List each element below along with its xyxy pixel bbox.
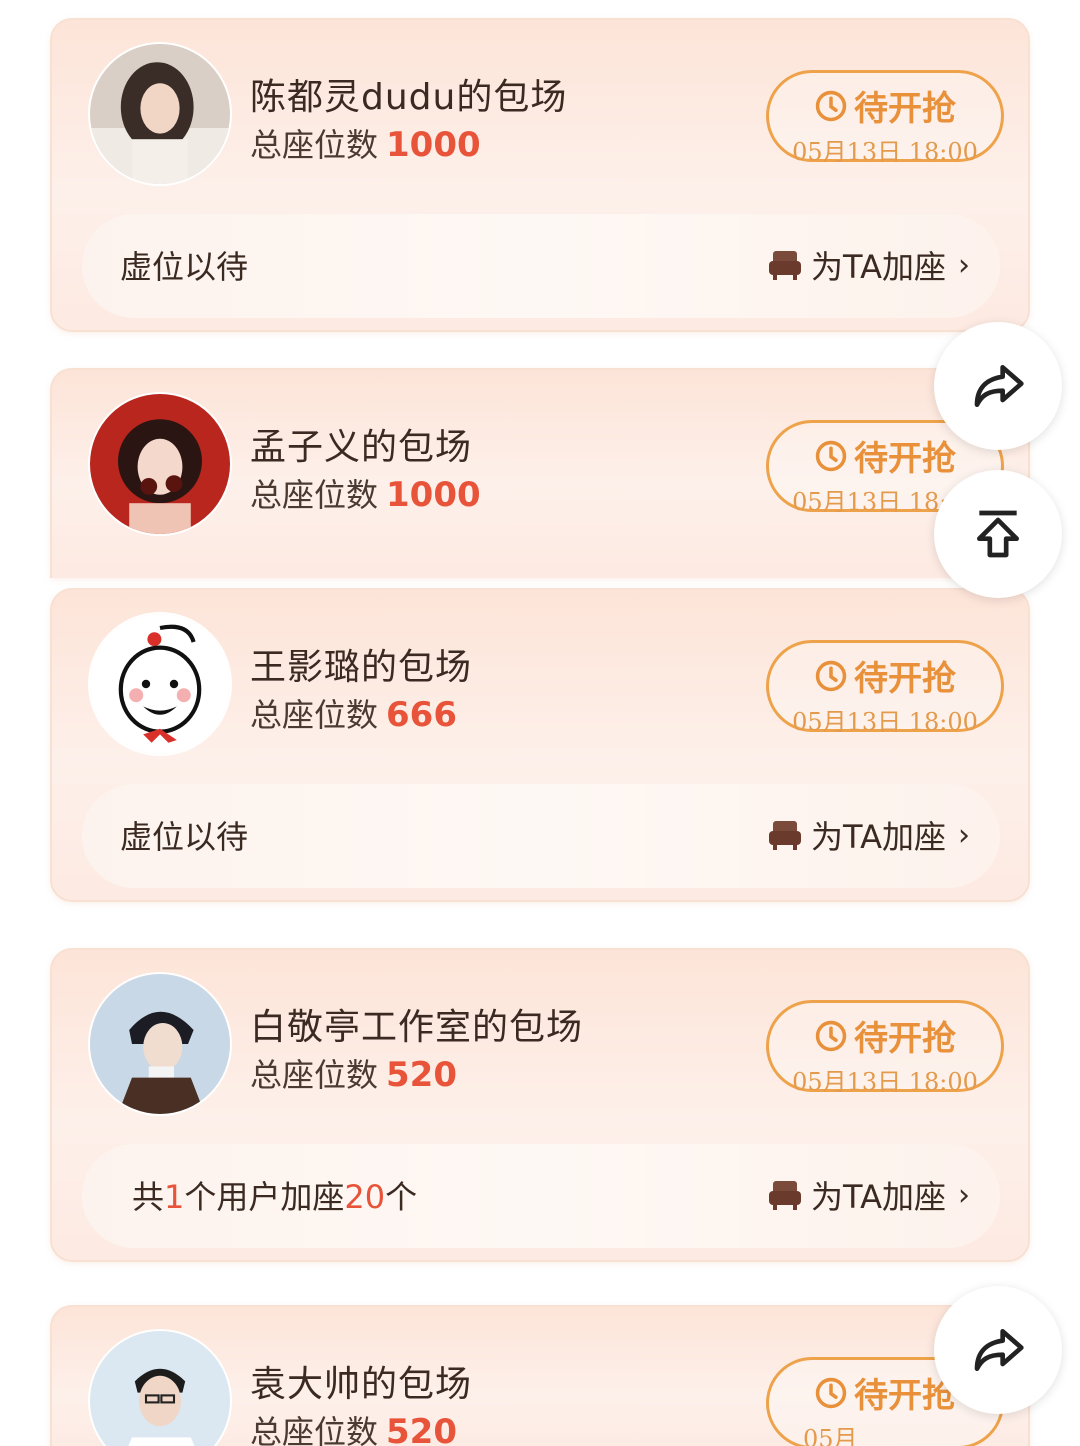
seat-info-bar: 虚位以待 为TA加座 › — [82, 784, 1000, 888]
seat-count: 总座位数 520 — [250, 1407, 457, 1446]
venue-title: 白敬亭工作室的包场 — [250, 1007, 584, 1048]
seat-count: 总座位数 666 — [250, 690, 457, 736]
venue-title: 袁大帅的包场 — [250, 1364, 473, 1405]
seat-info-text: 虚位以待 — [120, 248, 249, 286]
clock-icon — [815, 90, 847, 121]
venue-card[interactable]: 袁大帅的包场 总座位数 520 待开抢 05月 — [50, 1305, 1030, 1446]
avatar[interactable] — [88, 612, 232, 756]
venue-card[interactable]: 王影璐的包场 总座位数 666 待开抢 05月13日 18:00 虚位以待 为TA… — [50, 588, 1030, 902]
status-button[interactable]: 待开抢 05月13日 18:00 — [766, 70, 1004, 166]
status-time: 05月13日 18:00 — [792, 1068, 978, 1096]
venue-title: 孟子义的包场 — [250, 427, 473, 468]
add-seat-button[interactable]: 为TA加座 › — [767, 1172, 970, 1218]
avatar[interactable] — [88, 42, 232, 186]
avatar[interactable] — [88, 392, 232, 536]
share-button[interactable] — [934, 1286, 1062, 1414]
seat-icon — [769, 821, 802, 850]
status-label: 待开抢 — [854, 659, 956, 699]
add-seat-button[interactable]: 为TA加座 › — [767, 812, 970, 858]
seat-info-prefix: 共 — [132, 1178, 165, 1216]
avatar[interactable] — [88, 1329, 232, 1446]
add-seat-label: 为TA加座 — [811, 248, 946, 286]
add-seat-button[interactable]: 为TA加座 › — [767, 242, 970, 288]
seat-count-label: 总座位数 — [250, 1413, 379, 1446]
seat-info-middle: 个用户加座 — [184, 1178, 345, 1216]
share-button[interactable] — [934, 322, 1062, 450]
seat-count-value: 666 — [386, 695, 457, 735]
status-time: 05月13日 18:00 — [792, 138, 978, 166]
clock-icon — [815, 440, 847, 471]
seat-info-bar: 共1个用户加座20个 为TA加座 › — [82, 1144, 1000, 1248]
venue-card[interactable]: 孟子义的包场 总座位数 1000 待开抢 05月13日 18:00 — [50, 368, 1030, 578]
status-label: 待开抢 — [854, 439, 956, 479]
seat-count: 总座位数 520 — [250, 1050, 457, 1096]
venue-title: 王影璐的包场 — [250, 647, 473, 688]
chevron-right-icon: › — [958, 1177, 970, 1213]
status-button[interactable]: 待开抢 05月13日 18:00 — [766, 640, 1004, 736]
seat-count-label: 总座位数 — [250, 696, 379, 734]
back-to-top-icon — [977, 510, 1019, 558]
seat-count-value: 520 — [386, 1055, 457, 1095]
added-seat-count: 20 — [344, 1178, 386, 1216]
status-label: 待开抢 — [854, 89, 956, 129]
seat-info-text: 虚位以待 — [120, 818, 249, 856]
status-label: 待开抢 — [854, 1019, 956, 1059]
venue-card[interactable]: 白敬亭工作室的包场 总座位数 520 待开抢 05月13日 18:00 共1个用户… — [50, 948, 1030, 1262]
seat-info-bar: 虚位以待 为TA加座 › — [82, 214, 1000, 318]
status-button[interactable]: 待开抢 05月13日 18:00 — [766, 1000, 1004, 1096]
seat-count: 总座位数 1000 — [250, 120, 481, 166]
seat-count-label: 总座位数 — [250, 126, 379, 164]
seat-icon — [769, 251, 802, 280]
venue-title: 陈都灵dudu的包场 — [250, 77, 568, 118]
share-icon — [974, 365, 1024, 407]
seat-icon — [769, 1181, 802, 1210]
seat-count-label: 总座位数 — [250, 476, 379, 514]
back-to-top-button[interactable] — [934, 470, 1062, 598]
add-seat-label: 为TA加座 — [811, 1178, 946, 1216]
seat-count-value: 1000 — [386, 475, 481, 515]
clock-icon — [815, 660, 847, 691]
seat-count-value: 1000 — [386, 125, 481, 165]
status-time: 05月 — [803, 1425, 858, 1446]
seat-info-suffix: 个 — [385, 1178, 418, 1216]
avatar[interactable] — [88, 972, 232, 1116]
add-seat-label: 为TA加座 — [811, 818, 946, 856]
seat-count: 总座位数 1000 — [250, 470, 481, 516]
clock-icon — [815, 1377, 847, 1408]
venue-card[interactable]: 陈都灵dudu的包场 总座位数 1000 待开抢 05月13日 18:00 虚位以… — [50, 18, 1030, 332]
seat-count-label: 总座位数 — [250, 1056, 379, 1094]
seat-count-value: 520 — [386, 1412, 457, 1446]
chevron-right-icon: › — [958, 247, 970, 283]
status-time: 05月13日 18:00 — [792, 708, 978, 736]
clock-icon — [815, 1020, 847, 1051]
seat-info-text: 共1个用户加座20个 — [132, 1172, 417, 1218]
chevron-right-icon: › — [958, 817, 970, 853]
share-icon — [974, 1329, 1024, 1371]
user-count: 1 — [164, 1178, 185, 1216]
